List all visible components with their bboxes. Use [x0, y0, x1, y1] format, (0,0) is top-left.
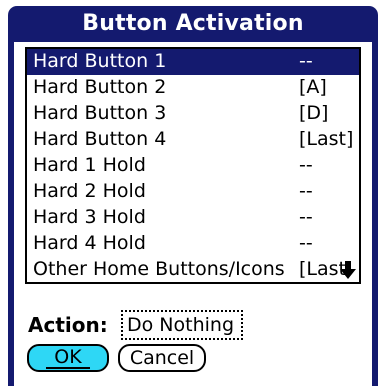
action-value: Do Nothing [127, 314, 235, 336]
list-item-hard-2-hold[interactable]: Hard 2 Hold -- [27, 179, 359, 205]
list-item-name: Hard Button 4 [33, 128, 167, 150]
list-item-name: Hard 4 Hold [33, 232, 146, 254]
ok-button[interactable]: OK [27, 344, 109, 372]
list-item-value: -- [299, 154, 313, 176]
list-item-value: -- [299, 180, 313, 202]
list-item-hard-button-4[interactable]: Hard Button 4 [Last] [27, 127, 359, 153]
action-popup-trigger[interactable]: Do Nothing [121, 310, 243, 340]
list-item-value: -- [299, 50, 313, 72]
cancel-button-label: Cancel [129, 347, 195, 369]
list-item-hard-button-2[interactable]: Hard Button 2 [A] [27, 75, 359, 101]
list-item-hard-button-1[interactable]: Hard Button 1 -- [27, 49, 359, 75]
ok-button-label: OK [46, 347, 90, 369]
dialog-frame-left [8, 42, 14, 386]
list-item-name: Hard Button 3 [33, 102, 167, 124]
list-item-name: Hard 1 Hold [33, 154, 146, 176]
list-item-hard-button-3[interactable]: Hard Button 3 [D] [27, 101, 359, 127]
button-list[interactable]: Hard Button 1 -- Hard Button 2 [A] Hard … [25, 47, 361, 284]
cancel-button[interactable]: Cancel [118, 344, 206, 372]
list-item-name: Hard 3 Hold [33, 206, 146, 228]
list-item-hard-4-hold[interactable]: Hard 4 Hold -- [27, 231, 359, 257]
list-item-name: Other Home Buttons/Icons [33, 258, 285, 280]
list-item-value: -- [299, 206, 313, 228]
list-item-other-home-buttons[interactable]: Other Home Buttons/Icons [Last [27, 257, 359, 283]
dialog-title: Button Activation [82, 10, 304, 36]
list-item-value: [A] [299, 76, 327, 98]
dialog-title-bar: Button Activation [0, 0, 386, 46]
dialog-frame-right [372, 42, 378, 386]
list-item-hard-3-hold[interactable]: Hard 3 Hold -- [27, 205, 359, 231]
list-item-name: Hard Button 2 [33, 76, 167, 98]
action-label: Action: [28, 313, 108, 337]
list-item-name: Hard 2 Hold [33, 180, 146, 202]
list-item-name: Hard Button 1 [33, 50, 167, 72]
list-item-value: [D] [299, 102, 329, 124]
list-item-value: [Last] [299, 128, 354, 150]
list-item-value: -- [299, 232, 313, 254]
list-item-hard-1-hold[interactable]: Hard 1 Hold -- [27, 153, 359, 179]
button-activation-dialog: Button Activation Hard Button 1 -- Hard … [0, 0, 386, 386]
scroll-down-arrow-icon[interactable] [339, 260, 357, 280]
